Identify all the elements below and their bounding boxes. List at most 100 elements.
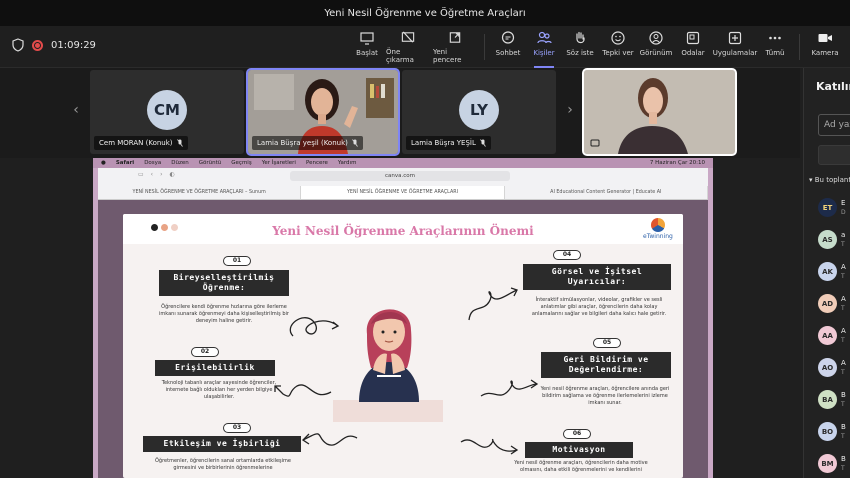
participant-name: B [841,455,846,463]
share-invite-box[interactable] [818,145,850,165]
camera-button[interactable]: Kamera [808,30,842,64]
participant-tile-ly[interactable]: LY Lamia Büşra YEŞİL [402,70,556,154]
react-button[interactable]: Tepki ver [602,30,634,64]
more-icon [769,36,781,40]
mac-menu-item: Safari [115,160,135,166]
avatar: ET [818,198,837,217]
participant-name-tag: Cem MORAN (Konuk) [94,136,188,150]
add-app-icon [728,31,742,45]
mac-menu-bar: ● Safari Dosya Düzen Görüntü Geçmiş Yer … [93,158,713,168]
participant-list-item[interactable]: ET E D [818,196,850,222]
participant-list-item[interactable]: BM B T [818,452,850,478]
url-bar: canva.com [290,171,510,181]
shield-icon: ◐ [169,171,175,178]
swirl-arrow-icon [468,287,518,321]
chat-button[interactable]: Sohbet [494,30,522,64]
sidebar-toggle-icon: ▭ [138,171,144,178]
avatar: AK [818,262,837,281]
browser-tab: YENİ NESİL ÖĞRENME VE ÖĞRETME ARAÇLARI [301,186,505,199]
participant-list-item[interactable]: AK A T [818,260,850,286]
participant-name: A [841,327,846,335]
raise-hand-button[interactable]: Söz iste [566,30,594,64]
view-button[interactable]: Görünüm [640,30,672,64]
avatar: CM [147,90,187,130]
thinking-girl-illustration [359,309,419,402]
browser-tabs: YENİ NESİL ÖĞRENME VE ÖĞRETME ARAÇLARI –… [98,186,708,199]
slide-title: Yeni Nesil Öğrenme Araçlarının Önemi [272,224,534,238]
participant-name: A [841,263,846,271]
browser-nav: ▭ ‹ › ◐ [138,171,175,178]
rooms-button[interactable]: Odalar [679,30,707,64]
participant-name-tag: Lamia Büşra YEŞİL [406,136,491,150]
participant-list-item[interactable]: AA A T [818,324,850,350]
chevron-right-icon[interactable]: › [562,98,578,122]
smiley-icon [611,31,625,45]
participant-role: T [841,241,845,248]
meeting-status: 01:09:29 [12,38,96,52]
item-number: 04 [553,250,581,260]
participant-role: D [841,209,846,216]
swirl-arrow-icon [289,317,340,337]
apple-icon: ● [101,160,106,166]
panel-section-header[interactable]: ▾ Bu toplantıda [809,176,850,184]
more-button[interactable]: Tümü [762,30,788,64]
meeting-toolbar: 01:09:29 Başlat Öne çıkarma Yeni pencere… [0,26,850,68]
item-label: Görsel ve İşitsel Uyarıcılar: [523,264,671,290]
self-video-tile[interactable] [582,68,737,156]
new-window-button[interactable]: Yeni pencere [433,30,477,64]
shield-icon [12,38,24,52]
avatar: BM [818,454,837,473]
forward-icon: › [160,171,163,178]
participant-list-item[interactable]: AS a T [818,228,850,254]
participant-name: a [841,231,846,239]
mac-menu-item: Yer İşaretleri [261,160,296,166]
presenter-icon [360,32,374,45]
toolbar-divider [799,34,800,60]
spotlight-off-icon [401,31,415,43]
apps-button[interactable]: Uygulamalar [713,30,757,64]
stop-spotlight-button[interactable]: Öne çıkarma [386,30,430,64]
mic-off-icon [480,139,486,147]
swirl-arrow-icon [301,433,358,446]
mac-menu-item: Pencere [305,160,328,166]
mac-menu-item: Düzen [171,160,189,166]
item-body: Öğrencilere kendi öğrenme hızlarına göre… [159,304,289,324]
back-icon: ‹ [150,171,154,178]
item-label: Erişilebilirlik [155,360,275,376]
participant-name: B [841,423,846,431]
participant-role: T [841,401,845,408]
item-body: Teknoloji tabanlı araçlar sayesinde öğre… [161,380,277,400]
mic-off-icon [352,139,358,147]
item-number: 03 [223,423,251,433]
item-label: Geri Bildirim ve Değerlendirme: [541,352,671,378]
participant-tile-speaker[interactable]: Lamia Büşra yeşil (Konuk) [246,68,400,156]
view-icon [649,31,663,45]
item-number: 01 [223,256,251,266]
item-number: 06 [563,429,591,439]
avatar: AS [818,230,837,249]
participant-tile-cm[interactable]: CM Cem MORAN (Konuk) [90,70,244,154]
meeting-timer: 01:09:29 [51,39,96,51]
participant-list-item[interactable]: AD A T [818,292,850,318]
mic-off-icon [176,139,183,147]
rooms-icon [686,31,700,45]
participant-search-input[interactable]: Ad yaz [818,114,850,136]
avatar: AD [818,294,837,313]
participant-name: E [841,199,846,207]
participant-list-item[interactable]: AO A T [818,356,850,382]
window-title-bar: Yeni Nesil Öğrenme ve Öğretme Araçları [0,0,850,26]
participant-name: A [841,359,846,367]
shared-screen: ● Safari Dosya Düzen Görüntü Geçmiş Yer … [93,158,713,478]
avatar: BA [818,390,837,409]
video-strip: ‹ CM Cem MORAN (Konuk) Lamia Büşra yeşil… [0,68,800,158]
participant-role: T [841,369,845,376]
people-button[interactable]: Kişiler [530,30,558,68]
participant-list-item[interactable]: BO B T [818,420,850,446]
chevron-left-icon[interactable]: ‹ [68,98,84,122]
participant-role: T [841,305,845,312]
item-body: Öğretmenler, öğrencilerin sanal ortamlar… [154,458,291,471]
item-body: Yeni nesil öğrenme araçları, öğrencilere… [540,386,670,406]
participant-list-item[interactable]: BA B T [818,388,850,414]
participant-name: B [841,391,846,399]
start-button[interactable]: Başlat [352,30,382,64]
